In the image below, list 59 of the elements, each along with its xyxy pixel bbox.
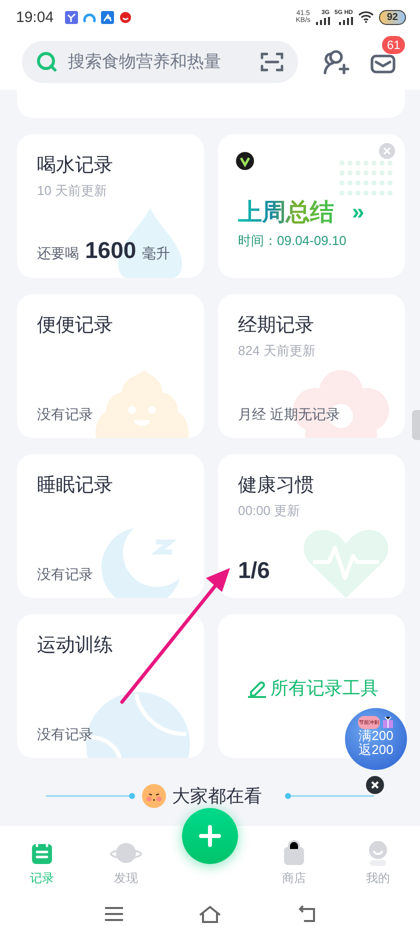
side-handle[interactable] (412, 410, 420, 440)
dot-pattern-drawing (339, 160, 393, 198)
promo-text: 返200 (358, 742, 394, 756)
record-unit: 毫升 (142, 245, 170, 263)
promo-text: 满200 (358, 728, 394, 742)
message-count-badge: 61 (382, 36, 406, 54)
mail-icon[interactable] (370, 52, 396, 74)
wifi-icon (358, 11, 374, 23)
heart-pulse-icon (301, 528, 391, 598)
search-bar[interactable]: 搜索食物营养和热量 (22, 41, 298, 83)
update-time: 10 天前更新 (37, 182, 108, 200)
record-value: 1/6 (238, 557, 270, 584)
record-status: 没有记录 (37, 566, 93, 584)
summary-card[interactable]: 上周总结 » 时间：09.04-09.10 (218, 134, 405, 278)
gift-icon (382, 716, 394, 728)
card-title: 健康习惯 (238, 474, 314, 498)
card-title: 喝水记录 (37, 154, 113, 178)
menu-icon[interactable] (104, 906, 124, 922)
update-time: 824 天前更新 (238, 342, 316, 360)
signal-icon (338, 16, 353, 24)
battery-indicator: 92 (378, 10, 406, 24)
home-icon[interactable] (198, 905, 222, 923)
shopping-bag-icon (281, 840, 307, 866)
card-title: 睡眠记录 (37, 474, 113, 498)
record-status: 没有记录 (37, 406, 93, 424)
record-label: 还要喝 (37, 245, 79, 263)
notification-icon (82, 10, 96, 24)
card-title: 便便记录 (37, 314, 113, 338)
close-icon[interactable] (366, 776, 384, 794)
logo-icon (236, 152, 254, 170)
record-card[interactable]: 健康习惯 00:00 更新 1/6 (218, 454, 405, 598)
update-time: 00:00 更新 (238, 502, 300, 520)
record-value: 1600 (85, 237, 136, 264)
scan-icon[interactable] (260, 51, 284, 73)
section-title: 大家都在看 (172, 785, 262, 808)
notification-icon (64, 10, 78, 24)
record-card[interactable]: 睡眠记录 没有记录 (17, 454, 204, 598)
record-card[interactable]: 运动训练 没有记录 (17, 614, 204, 758)
smiley-icon (142, 784, 166, 808)
record-status: 没有记录 (37, 726, 93, 744)
status-time: 19:04 (16, 8, 54, 26)
notification-icon (118, 10, 132, 24)
record-card[interactable]: 便便记录 没有记录 (17, 294, 204, 438)
search-field[interactable]: 搜索食物营养和热量 (66, 51, 252, 73)
record-status: 月经 近期无记录 (238, 406, 340, 424)
plus-icon (199, 825, 221, 847)
add-friend-icon[interactable] (322, 49, 350, 75)
record-card[interactable]: 经期记录 824 天前更新 月经 近期无记录 (218, 294, 405, 438)
poop-face-icon (94, 368, 190, 438)
planet-icon (110, 840, 142, 866)
record-card[interactable]: 喝水记录 10 天前更新 还要喝 1600 毫升 (17, 134, 204, 278)
date-range: 时间：09.04-09.10 (238, 232, 346, 250)
chevron-icon: » (352, 199, 364, 225)
notification-icon (100, 10, 114, 24)
card-title: 经期记录 (238, 314, 314, 338)
back-icon[interactable] (296, 905, 316, 923)
card-title: 运动训练 (37, 634, 113, 658)
signal-icon (316, 16, 330, 24)
search-icon (36, 51, 58, 73)
